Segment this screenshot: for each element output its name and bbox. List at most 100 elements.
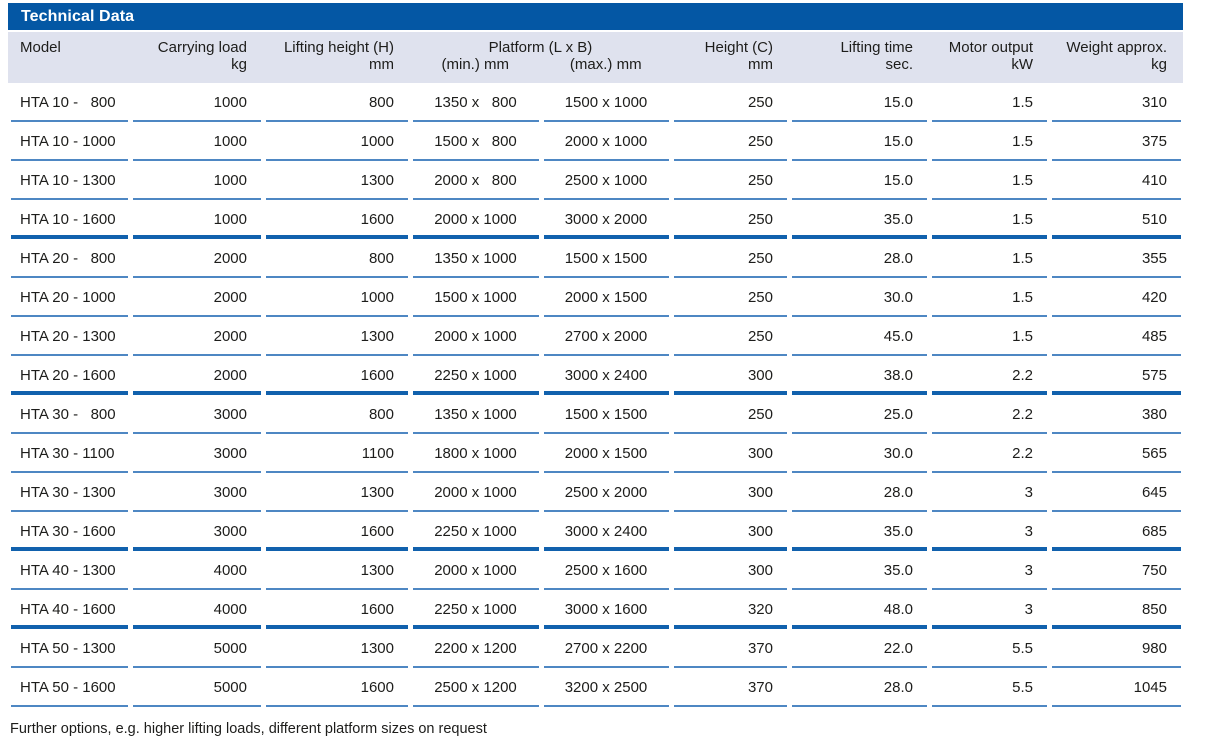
cell-weight: 510: [1049, 200, 1183, 239]
cell-model: HTA 50 - 1300: [8, 629, 130, 668]
cell-height-c: 250: [671, 122, 789, 161]
cell-carrying-load: 1000: [130, 161, 263, 200]
cell-platform-min: 2000 x 1000: [410, 473, 541, 512]
cell-lifting-height: 1300: [263, 161, 410, 200]
col-label-model: Model: [8, 39, 130, 56]
cell-motor-output: 5.5: [929, 668, 1049, 707]
cell-weight: 645: [1049, 473, 1183, 512]
cell-lifting-time: 28.0: [789, 239, 929, 278]
cell-model: HTA 30 - 1600: [8, 512, 130, 551]
cell-weight: 485: [1049, 317, 1183, 356]
cell-height-c: 250: [671, 278, 789, 317]
cell-lifting-height: 800: [263, 239, 410, 278]
col-header-motor-output: Motor output kW: [929, 32, 1049, 83]
col-label-lifting-time: Lifting time: [789, 39, 929, 56]
cell-platform-min: 2000 x 1000: [410, 551, 541, 590]
cell-carrying-load: 3000: [130, 512, 263, 551]
cell-platform-max: 2500 x 1000: [541, 161, 671, 200]
cell-lifting-height: 1600: [263, 356, 410, 395]
cell-height-c: 320: [671, 590, 789, 629]
cell-motor-output: 1.5: [929, 83, 1049, 122]
cell-platform-max: 3200 x 2500: [541, 668, 671, 707]
cell-lifting-time: 45.0: [789, 317, 929, 356]
title-bar: Technical Data: [8, 3, 1183, 30]
cell-lifting-time: 35.0: [789, 200, 929, 239]
table-row: HTA 40 - 1300400013002000 x 10002500 x 1…: [8, 551, 1183, 590]
table-row: HTA 50 - 1300500013002200 x 12002700 x 2…: [8, 629, 1183, 668]
col-label-platform: Platform (L x B): [410, 39, 671, 56]
cell-height-c: 300: [671, 356, 789, 395]
cell-platform-min: 1500 x 800: [410, 122, 541, 161]
cell-model: HTA 20 - 1600: [8, 356, 130, 395]
cell-carrying-load: 5000: [130, 668, 263, 707]
cell-lifting-time: 35.0: [789, 551, 929, 590]
cell-lifting-time: 28.0: [789, 473, 929, 512]
cell-platform-min: 2250 x 1000: [410, 590, 541, 629]
col-unit-model: [8, 56, 130, 73]
cell-weight: 355: [1049, 239, 1183, 278]
cell-motor-output: 1.5: [929, 317, 1049, 356]
cell-platform-min: 2200 x 1200: [410, 629, 541, 668]
cell-platform-min: 1500 x 1000: [410, 278, 541, 317]
cell-lifting-height: 1000: [263, 122, 410, 161]
col-header-platform-max: (max.) mm: [541, 56, 672, 73]
table-row: HTA 30 - 1300300013002000 x 10002500 x 2…: [8, 473, 1183, 512]
cell-platform-max: 3000 x 1600: [541, 590, 671, 629]
cell-weight: 310: [1049, 83, 1183, 122]
table-row: HTA 20 - 1300200013002000 x 10002700 x 2…: [8, 317, 1183, 356]
cell-lifting-time: 30.0: [789, 434, 929, 473]
cell-lifting-time: 38.0: [789, 356, 929, 395]
cell-carrying-load: 5000: [130, 629, 263, 668]
cell-weight: 980: [1049, 629, 1183, 668]
cell-platform-max: 1500 x 1500: [541, 239, 671, 278]
col-label-motor-output: Motor output: [929, 39, 1049, 56]
cell-platform-min: 2250 x 1000: [410, 512, 541, 551]
col-unit-height-c: mm: [671, 56, 789, 73]
cell-weight: 750: [1049, 551, 1183, 590]
cell-weight: 1045: [1049, 668, 1183, 707]
cell-height-c: 250: [671, 83, 789, 122]
cell-carrying-load: 4000: [130, 551, 263, 590]
platform-subheaders: (min.) mm (max.) mm: [410, 56, 671, 73]
cell-platform-min: 1800 x 1000: [410, 434, 541, 473]
cell-motor-output: 1.5: [929, 278, 1049, 317]
cell-lifting-height: 800: [263, 83, 410, 122]
col-unit-motor-output: kW: [929, 56, 1049, 73]
cell-platform-max: 2500 x 1600: [541, 551, 671, 590]
cell-weight: 410: [1049, 161, 1183, 200]
cell-height-c: 300: [671, 473, 789, 512]
cell-height-c: 370: [671, 668, 789, 707]
cell-motor-output: 1.5: [929, 200, 1049, 239]
technical-data-sheet: Technical Data Model Carrying load kg: [8, 3, 1183, 737]
cell-motor-output: 1.5: [929, 122, 1049, 161]
cell-lifting-height: 1600: [263, 200, 410, 239]
cell-lifting-time: 28.0: [789, 668, 929, 707]
cell-height-c: 250: [671, 317, 789, 356]
cell-lifting-height: 1100: [263, 434, 410, 473]
cell-carrying-load: 2000: [130, 317, 263, 356]
table-header: Model Carrying load kg Lifting height (H…: [8, 32, 1183, 83]
table-body: HTA 10 - 80010008001350 x 8001500 x 1000…: [8, 83, 1183, 707]
cell-platform-min: 2250 x 1000: [410, 356, 541, 395]
cell-model: HTA 50 - 1600: [8, 668, 130, 707]
cell-platform-min: 2000 x 1000: [410, 317, 541, 356]
cell-height-c: 370: [671, 629, 789, 668]
cell-platform-max: 1500 x 1000: [541, 83, 671, 122]
cell-platform-max: 2500 x 2000: [541, 473, 671, 512]
cell-lifting-height: 1600: [263, 668, 410, 707]
cell-platform-max: 1500 x 1500: [541, 395, 671, 434]
cell-model: HTA 20 - 800: [8, 239, 130, 278]
col-unit-lifting-height: mm: [263, 56, 410, 73]
col-label-carrying-load: Carrying load: [130, 39, 263, 56]
cell-lifting-time: 15.0: [789, 161, 929, 200]
cell-model: HTA 10 - 800: [8, 83, 130, 122]
cell-model: HTA 10 - 1300: [8, 161, 130, 200]
cell-model: HTA 30 - 800: [8, 395, 130, 434]
table-row: HTA 10 - 1000100010001500 x 8002000 x 10…: [8, 122, 1183, 161]
cell-model: HTA 10 - 1600: [8, 200, 130, 239]
col-label-height-c: Height (C): [671, 39, 789, 56]
cell-carrying-load: 2000: [130, 356, 263, 395]
cell-model: HTA 40 - 1300: [8, 551, 130, 590]
cell-lifting-height: 1300: [263, 317, 410, 356]
cell-platform-max: 2000 x 1000: [541, 122, 671, 161]
